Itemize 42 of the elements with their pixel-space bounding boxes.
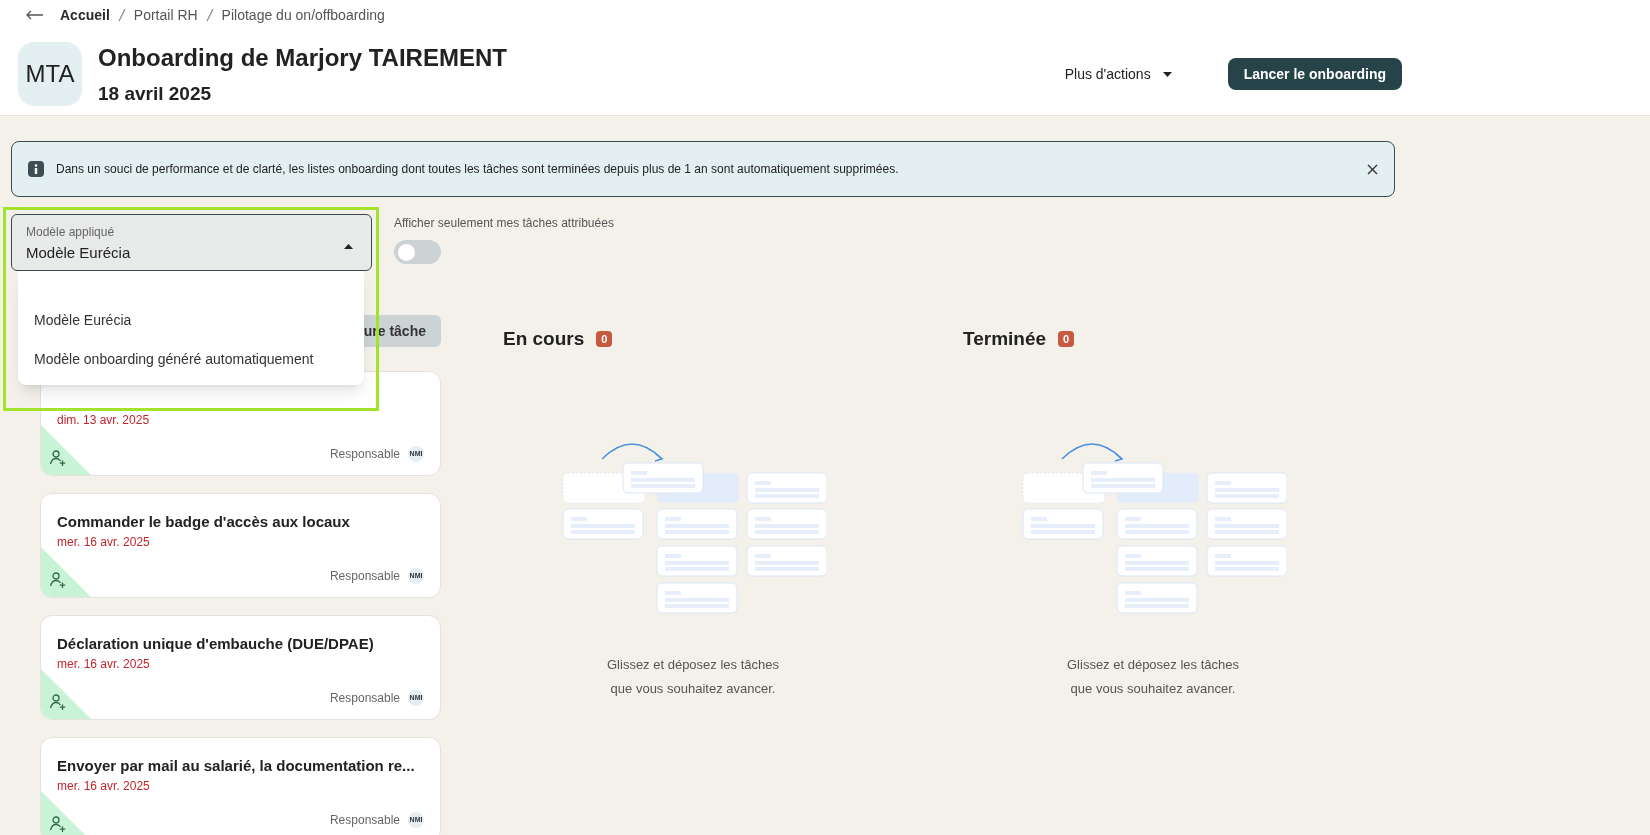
task-date: mer. 16 avr. 2025 <box>57 778 151 794</box>
toggle-switch[interactable] <box>394 240 441 264</box>
template-select[interactable]: Modèle appliqué Modèle Eurécia <box>11 214 372 271</box>
breadcrumb-link[interactable]: Accueil <box>60 4 110 26</box>
task-title: Commander le badge d'accès aux locaux <box>57 512 350 532</box>
task-date: mer. 16 avr. 2025 <box>57 656 151 672</box>
column-title: Terminée <box>963 327 1047 351</box>
breadcrumb-link[interactable]: Pilotage du on/offboarding <box>221 4 385 26</box>
person-add-icon <box>49 815 67 833</box>
page-title: Onboarding de Marjory TAIREMENT <box>98 43 508 73</box>
banner-text: Dans un souci de performance et de clarté, les listes onboarding dont toutes les tâches sont terminées depuis plus de 1 an sont automatiquement supprimées. <box>56 161 900 178</box>
role-label: Responsable <box>329 690 400 707</box>
initials-avatar: MTA <box>18 42 82 107</box>
more-actions-button[interactable]: Plus d'actions <box>1048 55 1188 93</box>
slash-separator-icon <box>205 8 214 22</box>
select-value: Modèle Eurécia <box>26 244 131 261</box>
role-label: Responsable <box>329 446 400 463</box>
person-add-icon <box>49 693 67 711</box>
caret-icon <box>1162 71 1172 77</box>
count-badge: 0 <box>596 331 613 348</box>
slash-separator-icon <box>117 8 126 22</box>
breadcrumb-link[interactable]: Portail RH <box>133 4 198 26</box>
caret-icon <box>344 244 353 249</box>
task-date: mer. 16 avr. 2025 <box>57 534 151 550</box>
task-date: dim. 13 avr. 2025 <box>57 412 151 428</box>
select-label: Modèle appliqué <box>26 224 116 241</box>
column-title: En cours <box>503 327 585 351</box>
launch-onboarding-button[interactable]: Lancer le onboarding <box>1227 58 1402 91</box>
role-label: Responsable <box>329 812 400 829</box>
role-label: Responsable <box>329 568 400 585</box>
task-title: Déclaration unique d'embauche (DUE/DPAE) <box>57 634 374 654</box>
empty-column-text: Glissez et déposez les tâches que vous souhaitez avancer. <box>606 655 780 698</box>
person-add-icon <box>49 449 67 467</box>
page-date: 18 avril 2025 <box>98 82 213 106</box>
close-icon[interactable] <box>1367 163 1378 175</box>
back-arrow-icon[interactable] <box>26 10 44 20</box>
task-title: Envoyer par mail au salarié, la documentation re... <box>57 756 415 776</box>
empty-column-text: Glissez et déposez les tâches que vous souhaitez avancer. <box>1066 655 1240 698</box>
count-badge: 0 <box>1058 331 1075 348</box>
info-icon <box>28 161 44 177</box>
toggle-label: Afficher seulement mes tâches attribuées <box>394 215 614 232</box>
person-add-icon <box>49 571 67 589</box>
